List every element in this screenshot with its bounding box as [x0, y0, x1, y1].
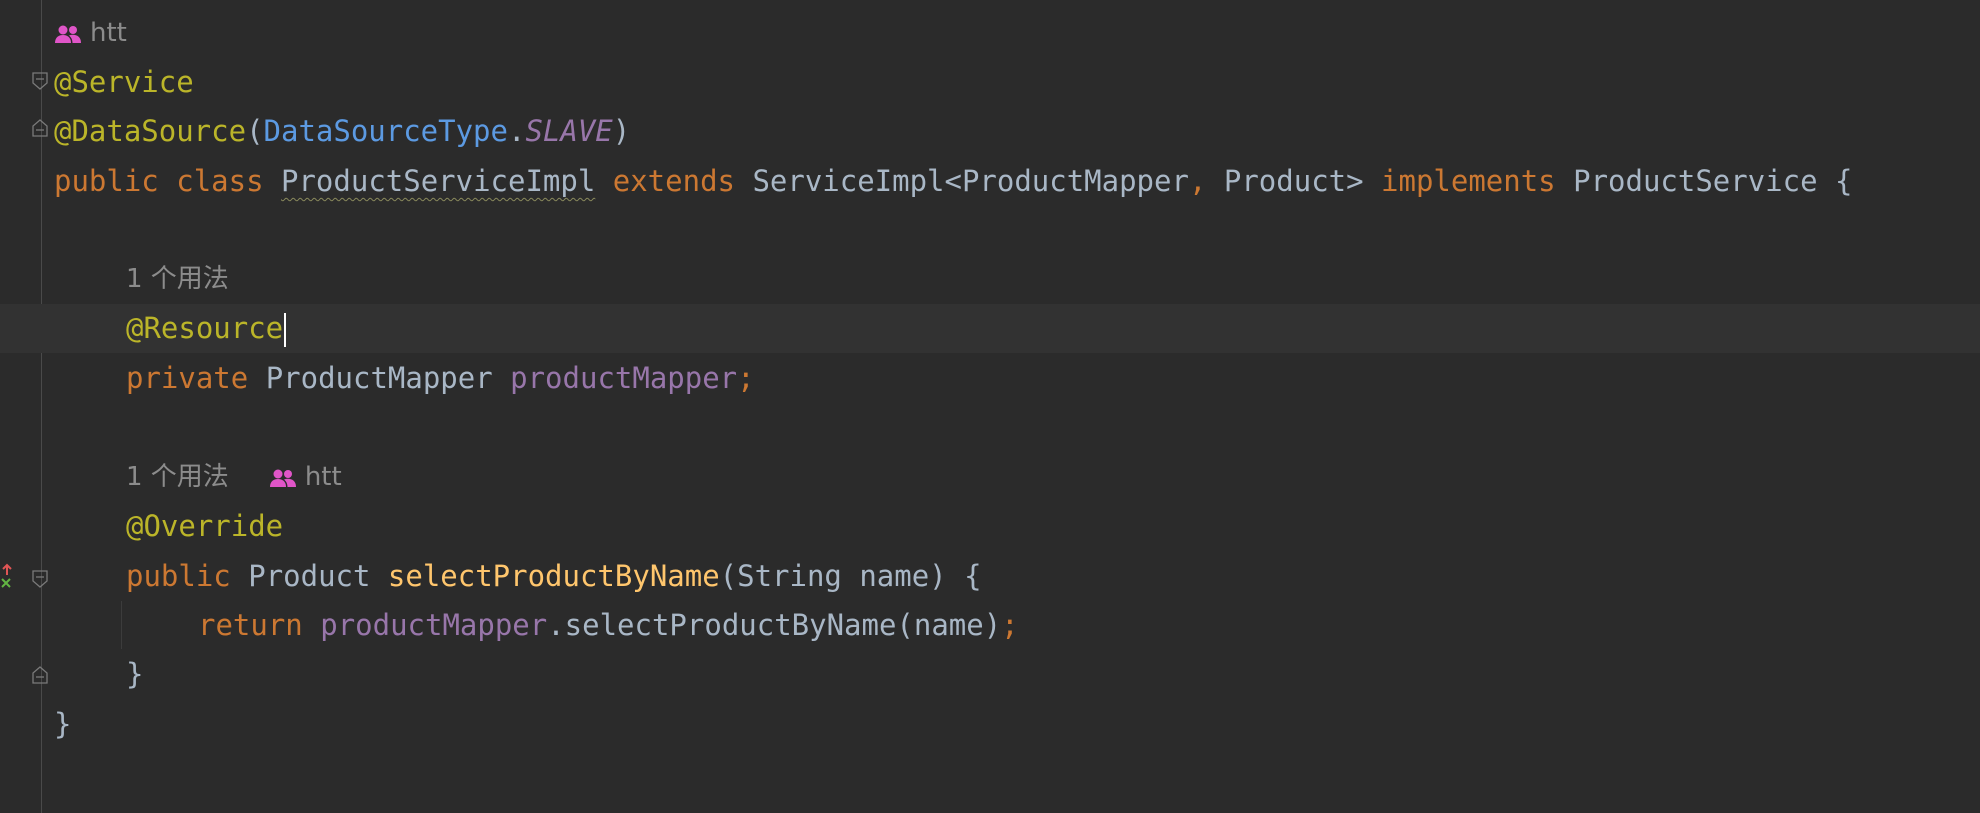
super-type[interactable]: ServiceImpl<ProductMapper — [752, 164, 1189, 198]
parameters[interactable]: (String name) { — [720, 559, 982, 593]
people-icon — [55, 25, 81, 43]
code-line-current[interactable]: @Resource — [0, 304, 1980, 353]
code-editor[interactable]: htt @Service @DataSource(DataSourceType.… — [0, 0, 1980, 813]
text-caret — [284, 313, 287, 347]
enum-constant[interactable]: SLAVE — [525, 114, 612, 148]
code-line[interactable]: public class ProductServiceImpl extends … — [0, 157, 1980, 206]
paren: ( — [246, 114, 264, 148]
people-icon — [269, 469, 296, 487]
keyword: return — [198, 608, 303, 642]
keyword: public — [126, 559, 231, 593]
code-line[interactable]: @Service — [0, 58, 1980, 107]
paren: ) — [612, 114, 631, 148]
interface-name[interactable]: ProductService { — [1573, 164, 1852, 198]
field-name[interactable]: productMapper — [510, 361, 737, 395]
usage-hint[interactable]: 1 个用法 — [126, 453, 229, 502]
usage-hint-line: 1 个用法 htt — [0, 453, 1980, 502]
code-line[interactable]: } — [0, 650, 1980, 699]
field-name[interactable]: productMapper — [320, 608, 547, 642]
closing-brace: } — [126, 657, 144, 691]
author-hint[interactable]: htt — [54, 9, 127, 58]
keyword: implements — [1381, 164, 1556, 198]
author-name[interactable]: htt — [305, 453, 342, 502]
comma: , — [1188, 164, 1207, 198]
code-line[interactable]: return productMapper.selectProductByName… — [0, 601, 1980, 650]
annotation[interactable]: @DataSource — [54, 114, 246, 148]
type-reference[interactable]: DataSourceType — [264, 114, 508, 148]
code-line[interactable]: private ProductMapper productMapper; — [0, 354, 1980, 403]
semicolon: ; — [1001, 608, 1019, 642]
keyword: public — [54, 164, 159, 198]
type-reference[interactable]: ProductMapper — [266, 361, 493, 395]
annotation[interactable]: @Override — [126, 509, 283, 543]
closing-brace: } — [54, 707, 72, 741]
semicolon: ; — [737, 361, 755, 395]
annotation[interactable]: @Resource — [126, 311, 283, 345]
usage-hint[interactable]: 1 个用法 — [126, 255, 229, 304]
return-type[interactable]: Product — [248, 559, 370, 593]
code-line[interactable]: @Override — [0, 502, 1980, 551]
author-hint-line: htt — [0, 9, 1980, 58]
code-line[interactable]: } — [0, 700, 1980, 749]
super-type[interactable]: Product> — [1224, 164, 1364, 198]
method-name[interactable]: selectProductByName — [388, 559, 720, 593]
method-call[interactable]: .selectProductByName(name) — [547, 608, 1001, 642]
keyword: private — [126, 361, 249, 395]
annotation[interactable]: @Service — [54, 65, 194, 99]
keyword: class — [176, 164, 264, 198]
class-name[interactable]: ProductServiceImpl — [281, 164, 595, 198]
dot: . — [507, 114, 526, 148]
keyword: extends — [612, 164, 735, 198]
code-line[interactable]: @DataSource(DataSourceType.SLAVE) — [0, 107, 1980, 156]
author-name: htt — [90, 18, 127, 48]
usage-hint-line: 1 个用法 — [0, 255, 1980, 304]
code-line[interactable]: public Product selectProductByName(Strin… — [0, 552, 1980, 601]
